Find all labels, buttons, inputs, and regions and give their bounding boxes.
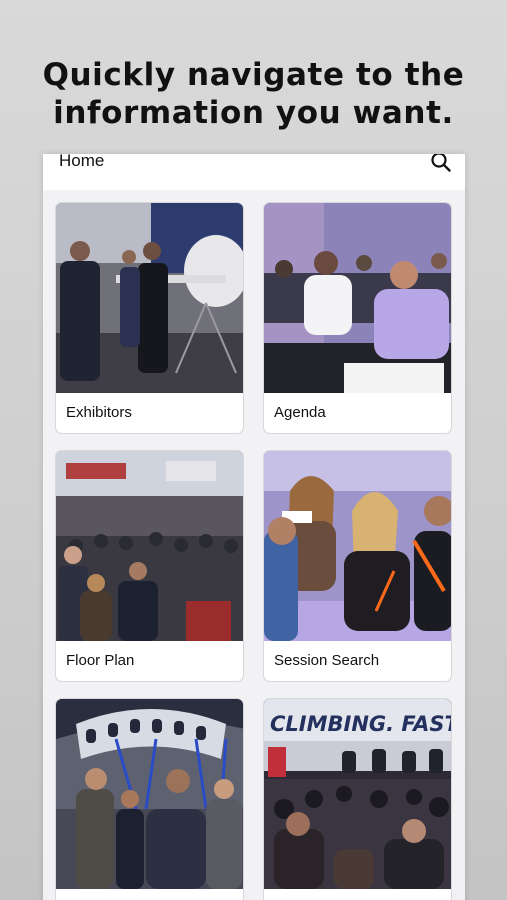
app-screen: Home Exhibitors Agenda Floor Plan Sessio…: [43, 154, 465, 900]
tile-label: Exhibitors: [66, 404, 132, 421]
tile-label: Agenda: [274, 404, 326, 421]
tile-exhibitors[interactable]: Exhibitors: [55, 202, 244, 434]
nav-title: Home: [59, 154, 105, 170]
nav-bar: Home: [43, 154, 465, 190]
tile-networking[interactable]: [55, 698, 244, 900]
audience-listening-photo: [264, 451, 451, 641]
search-button[interactable]: [429, 154, 453, 174]
tile-session-search[interactable]: Session Search: [263, 450, 452, 682]
conference-attendees-seated-photo: [264, 203, 451, 393]
exhibit-hall-crowd-photo: [56, 451, 243, 641]
fuselage-display-networking-photo: [56, 699, 243, 889]
headline: Quickly navigate to the information you …: [0, 56, 507, 132]
tile-label: Floor Plan: [66, 652, 135, 669]
tile-climbing-fast-session[interactable]: CLIMBING. FAST.: [263, 698, 452, 900]
tile-agenda[interactable]: Agenda: [263, 202, 452, 434]
search-icon: [431, 154, 451, 172]
headline-line-1: Quickly navigate to the: [42, 57, 465, 93]
tile-label: Session Search: [274, 652, 380, 669]
aircraft-model-exhibit-photo: [56, 203, 243, 393]
banner-text: CLIMBING. FAST.: [270, 712, 452, 736]
climbing-fast-banner-session-photo: CLIMBING. FAST.: [264, 699, 452, 889]
headline-line-2: information you want.: [53, 95, 454, 131]
tile-floor-plan[interactable]: Floor Plan: [55, 450, 244, 682]
